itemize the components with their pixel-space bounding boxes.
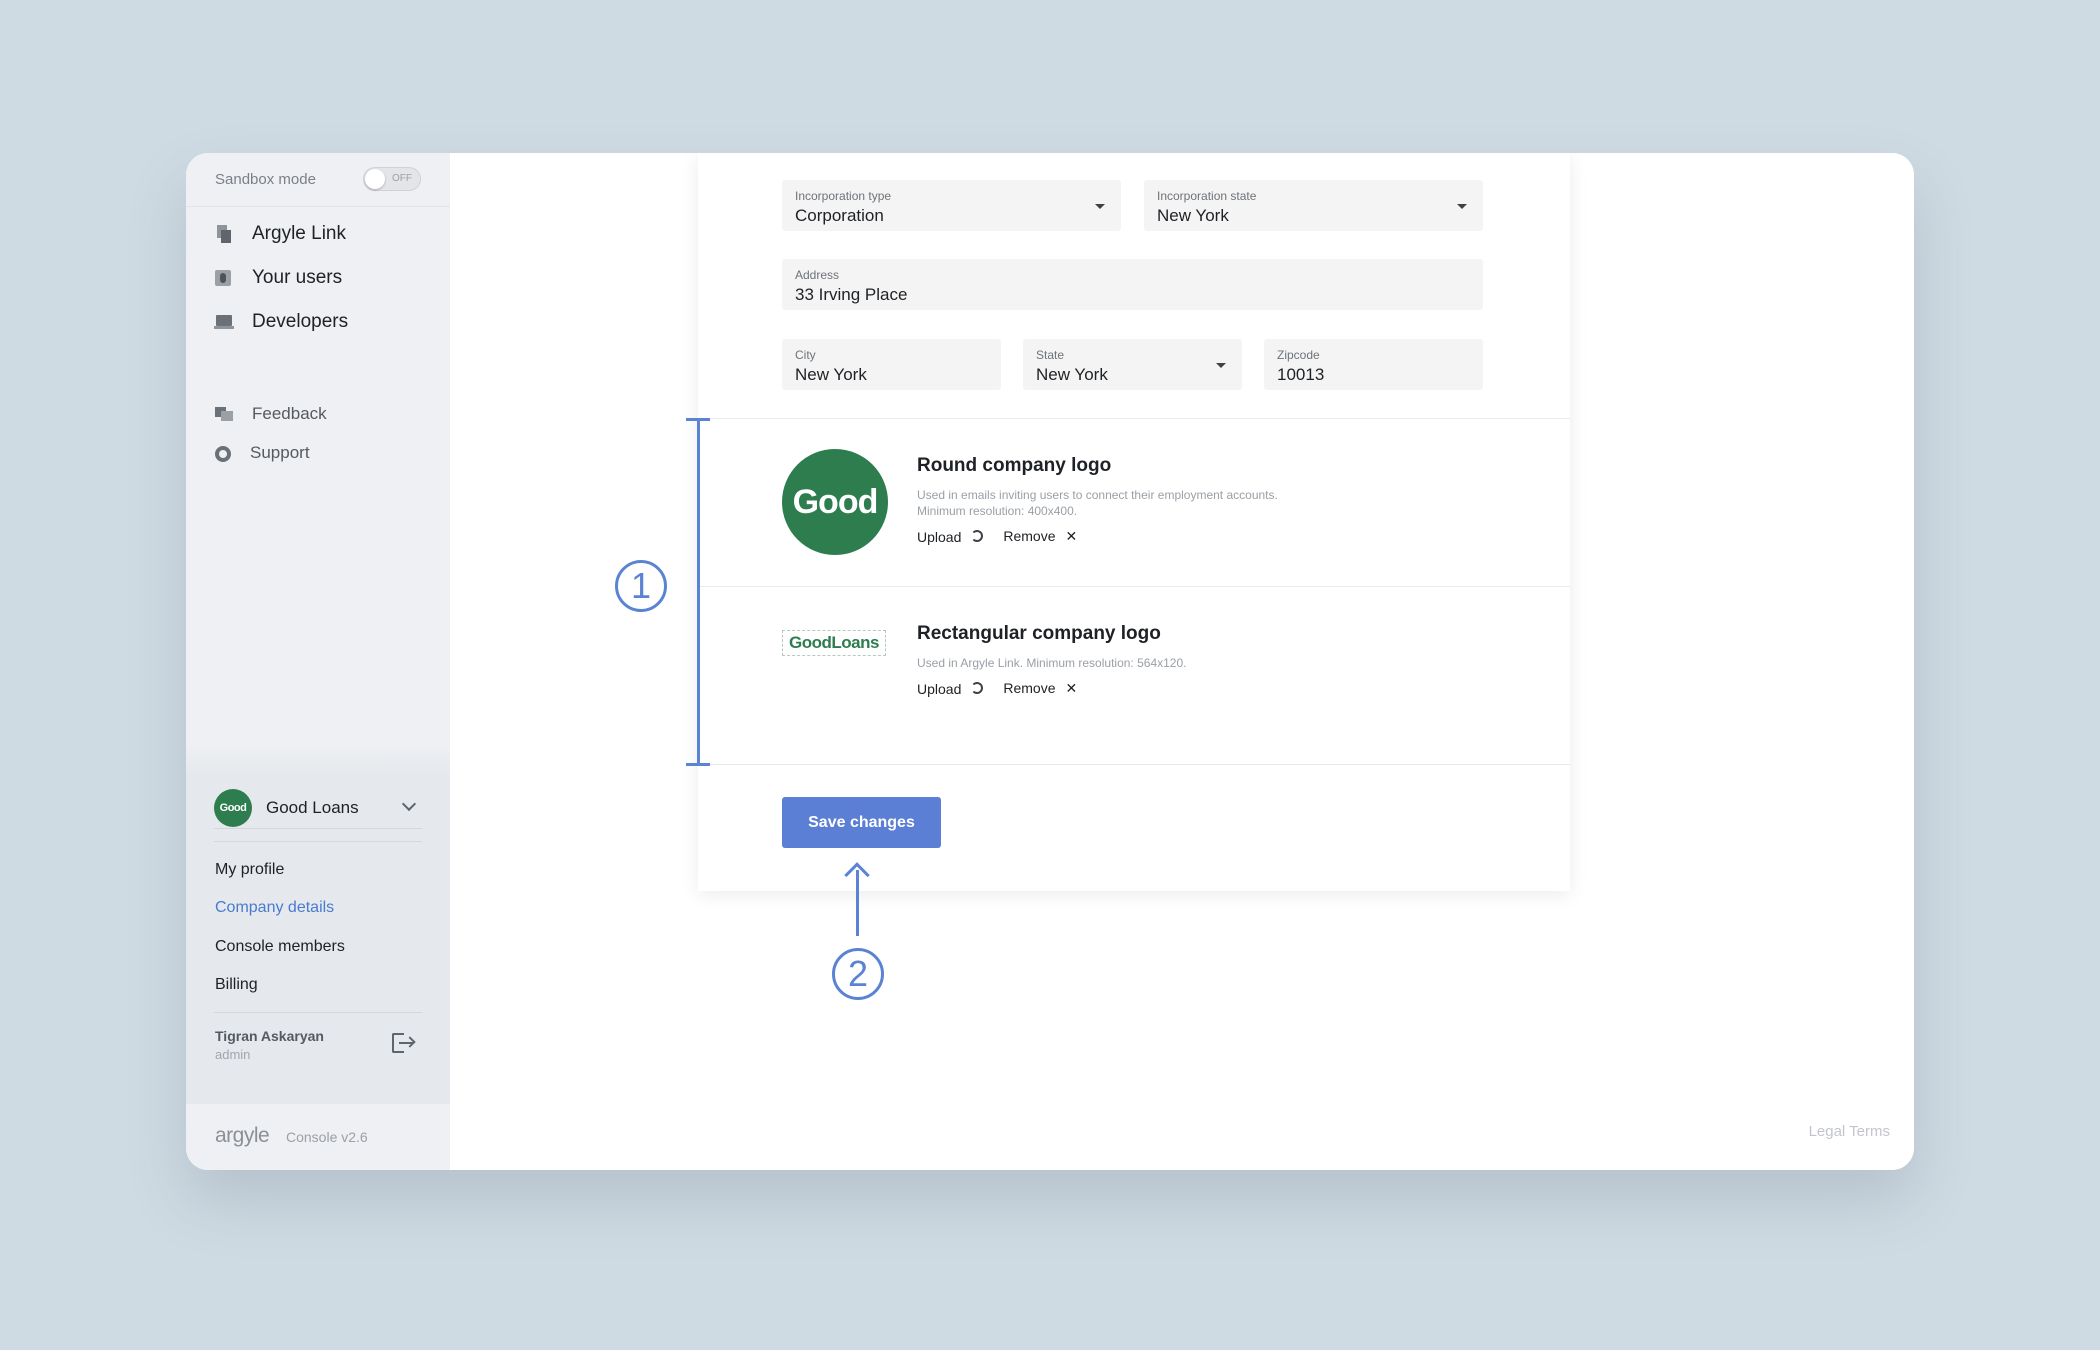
state-select[interactable]: State New York: [1023, 339, 1242, 390]
nav-label: Argyle Link: [252, 223, 346, 244]
sandbox-mode-label: Sandbox mode: [215, 171, 316, 188]
rectangular-logo-description: Used in Argyle Link. Minimum resolution:…: [917, 656, 1187, 670]
user-name: Tigran Askaryan: [215, 1028, 324, 1044]
link-console-members[interactable]: Console members: [215, 938, 345, 956]
annotation-callout-1: 1: [615, 560, 667, 612]
toggle-state-text: OFF: [392, 173, 412, 184]
round-logo-actions: Upload Remove ✕: [917, 528, 1077, 545]
nav-item-feedback[interactable]: Feedback: [215, 402, 327, 426]
rectangular-logo-title: Rectangular company logo: [917, 623, 1161, 644]
upload-label: Upload: [917, 528, 962, 545]
nav-label: Your users: [252, 267, 343, 288]
sandbox-mode-toggle[interactable]: OFF: [363, 167, 421, 191]
logout-icon-arrowhead: [404, 1036, 416, 1048]
divider: [214, 841, 422, 842]
company-details-card: Incorporation type Corporation Incorpora…: [698, 153, 1570, 891]
lifebuoy-icon: [215, 445, 231, 462]
round-logo-resolution: Minimum resolution: 400x400.: [917, 504, 1078, 518]
incorporation-type-select[interactable]: Incorporation type Corporation: [782, 180, 1121, 231]
toggle-knob: [365, 169, 385, 189]
link-billing[interactable]: Billing: [215, 976, 258, 994]
round-logo-preview: Good: [782, 449, 888, 555]
field-value: 33 Irving Place: [795, 285, 908, 304]
city-field[interactable]: City New York: [782, 339, 1001, 390]
company-switcher[interactable]: Good Good Loans: [214, 789, 422, 829]
nav-label: Support: [250, 443, 310, 462]
company-name: Good Loans: [266, 798, 359, 817]
close-icon: ✕: [1065, 680, 1078, 696]
company-avatar: Good: [214, 789, 252, 827]
field-label: Address: [795, 268, 840, 282]
field-label: State: [1036, 348, 1065, 362]
console-version: Console v2.6: [286, 1129, 368, 1145]
field-label: Zipcode: [1277, 348, 1320, 362]
round-logo-upload-button[interactable]: Upload: [917, 529, 1003, 545]
field-value: New York: [1036, 365, 1108, 384]
rectangular-logo-preview: GoodLoans: [782, 630, 886, 656]
sidebar-footer: argyle Console v2.6: [186, 1104, 450, 1170]
save-changes-button[interactable]: Save changes: [782, 797, 941, 848]
rectangular-logo-upload-button[interactable]: Upload: [917, 681, 1003, 697]
main-content: Incorporation type Corporation Incorpora…: [450, 153, 1914, 1170]
field-value: 10013: [1277, 365, 1325, 384]
remove-label: Remove: [1003, 680, 1056, 696]
field-label: Incorporation type: [795, 189, 892, 203]
section-divider: [698, 586, 1570, 587]
annotation-bracket-cap-bottom: [686, 763, 710, 766]
argyle-logo: argyle: [215, 1124, 270, 1147]
rectangular-logo-remove-button[interactable]: Remove ✕: [1003, 680, 1077, 697]
users-icon: [215, 269, 233, 287]
zipcode-field[interactable]: Zipcode 10013: [1264, 339, 1483, 390]
rectangular-logo-actions: Upload Remove ✕: [917, 680, 1077, 697]
account-panel: Good Good Loans My profile Company detai…: [186, 745, 450, 1104]
link-icon: [215, 225, 233, 243]
app-window: Sandbox mode OFF Argyle Link Your users …: [186, 153, 1914, 1170]
field-label: City: [795, 348, 816, 362]
caret-down-icon: [1457, 204, 1467, 209]
feedback-icon: [215, 405, 233, 423]
nav-item-argyle-link[interactable]: Argyle Link: [215, 222, 346, 246]
section-divider: [698, 764, 1570, 765]
logout-icon[interactable]: [392, 1033, 416, 1053]
refresh-icon: [971, 681, 984, 694]
chevron-down-icon: [401, 796, 417, 812]
close-icon: ✕: [1065, 528, 1078, 544]
field-value: Corporation: [795, 206, 884, 225]
link-company-details[interactable]: Company details: [215, 899, 334, 917]
remove-label: Remove: [1003, 528, 1056, 544]
field-label: Incorporation state: [1157, 189, 1257, 203]
incorporation-state-select[interactable]: Incorporation state New York: [1144, 180, 1483, 231]
link-my-profile[interactable]: My profile: [215, 861, 284, 879]
nav-label: Developers: [252, 311, 349, 332]
nav-item-developers[interactable]: Developers: [214, 310, 349, 334]
annotation-bracket-cap-top: [686, 418, 710, 421]
sidebar: Sandbox mode OFF Argyle Link Your users …: [186, 153, 450, 1170]
annotation-callout-2: 2: [832, 948, 884, 1000]
field-value: New York: [795, 365, 867, 384]
caret-down-icon: [1095, 204, 1105, 209]
refresh-icon: [971, 529, 984, 542]
laptop-icon: [214, 313, 234, 331]
upload-label: Upload: [917, 680, 962, 697]
legal-terms-link[interactable]: Legal Terms: [1809, 1123, 1890, 1140]
address-field[interactable]: Address 33 Irving Place: [782, 259, 1483, 310]
nav-label: Feedback: [252, 404, 327, 423]
divider: [214, 1012, 422, 1013]
annotation-bracket: [697, 419, 700, 765]
caret-down-icon: [1216, 363, 1226, 368]
sandbox-mode-row: Sandbox mode OFF: [186, 153, 450, 207]
round-logo-remove-button[interactable]: Remove ✕: [1003, 528, 1077, 545]
nav-item-your-users[interactable]: Your users: [215, 266, 342, 290]
field-value: New York: [1157, 206, 1229, 225]
round-logo-description: Used in emails inviting users to connect…: [917, 488, 1278, 502]
section-divider: [698, 418, 1570, 419]
nav-item-support[interactable]: Support: [215, 441, 310, 465]
round-logo-title: Round company logo: [917, 455, 1112, 476]
user-role: admin: [215, 1047, 251, 1062]
